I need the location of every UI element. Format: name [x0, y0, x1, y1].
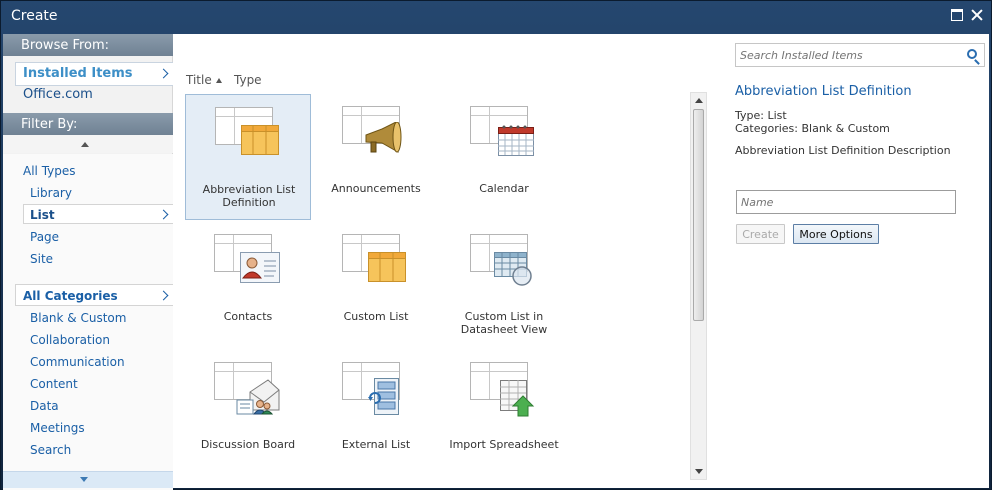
item-label: Contacts [223, 310, 273, 323]
calendar-icon [470, 106, 536, 160]
filter-type-all[interactable]: All Types [23, 164, 76, 178]
filter-category-all[interactable]: All Categories [23, 289, 118, 303]
sort-ascending-icon [216, 78, 222, 83]
item-label: Announcements [331, 182, 421, 195]
detail-type: Type: List [735, 109, 787, 122]
filter-category-meetings[interactable]: Meetings [30, 421, 85, 435]
item-label: Abbreviation List Definition [202, 183, 296, 209]
detail-title: Abbreviation List Definition [735, 84, 912, 99]
scroll-down-arrow-icon[interactable] [80, 477, 88, 482]
filter-category-collaboration[interactable]: Collaboration [30, 333, 110, 347]
custom-list-icon [342, 234, 408, 288]
item-tile[interactable]: Import Spreadsheet [441, 350, 567, 476]
sort-by-type[interactable]: Type [234, 73, 262, 87]
item-tile[interactable]: Contacts [185, 222, 311, 348]
filter-category-data[interactable]: Data [30, 399, 59, 413]
scroll-up-arrow-icon[interactable] [695, 98, 703, 103]
import-spreadsheet-icon [470, 362, 536, 417]
filter-type-library[interactable]: Library [30, 186, 72, 200]
item-tile[interactable]: Custom List in Datasheet View [441, 222, 567, 348]
item-tile[interactable]: Announcements [313, 94, 439, 220]
detail-description: Abbreviation List Definition Description [735, 144, 951, 157]
maximize-icon[interactable] [951, 9, 963, 21]
grid-scrollbar[interactable] [690, 92, 707, 480]
window-title: Create [11, 8, 58, 24]
scroll-up-arrow-icon[interactable] [81, 142, 89, 147]
detail-categories: Categories: Blank & Custom [735, 122, 890, 135]
contact-card-icon [214, 234, 280, 288]
filter-type-site[interactable]: Site [30, 252, 53, 266]
discussion-icon [214, 362, 280, 416]
filter-list: All Types Library List Page Site All Cat… [3, 154, 173, 490]
item-label: Discussion Board [200, 438, 296, 451]
dialog-content: Browse From: Installed Items Office.com … [3, 34, 989, 490]
item-tile[interactable]: Abbreviation List Definition [185, 94, 311, 220]
datasheet-icon [470, 234, 536, 288]
browse-installed-items[interactable]: Installed Items [23, 66, 133, 81]
create-button[interactable]: Create [736, 224, 785, 244]
search-input[interactable] [740, 47, 956, 63]
filter-by-heading: Filter By: [3, 113, 173, 135]
filter-category-search[interactable]: Search [30, 443, 71, 457]
item-tile[interactable]: Calendar [441, 94, 567, 220]
filter-scroll-down-area[interactable] [3, 471, 173, 488]
filter-category-content[interactable]: Content [30, 377, 78, 391]
external-list-icon [342, 362, 408, 416]
browse-from-heading: Browse From: [3, 34, 173, 56]
item-label: External List [341, 438, 411, 451]
title-bar: Create [1, 1, 991, 34]
item-label: Custom List in Datasheet View [460, 310, 548, 336]
scroll-down-arrow-icon[interactable] [695, 469, 703, 474]
item-tile[interactable]: Custom List [313, 222, 439, 348]
search-icon[interactable] [967, 49, 977, 59]
custom-list-icon [215, 107, 281, 161]
item-tile[interactable]: External List [313, 350, 439, 476]
megaphone-icon [342, 106, 408, 160]
item-label: Import Spreadsheet [449, 438, 559, 451]
scroll-thumb[interactable] [693, 109, 704, 321]
sort-by-title[interactable]: Title [186, 73, 212, 87]
filter-type-page[interactable]: Page [30, 230, 59, 244]
browse-office-com[interactable]: Office.com [23, 87, 93, 102]
name-field[interactable] [736, 190, 956, 214]
left-nav: Browse From: Installed Items Office.com … [3, 34, 173, 490]
filter-category-blank-custom[interactable]: Blank & Custom [30, 311, 126, 325]
more-options-button[interactable]: More Options [793, 224, 879, 244]
close-icon[interactable] [971, 9, 983, 21]
filter-type-list[interactable]: List [30, 208, 55, 222]
item-tile[interactable]: Discussion Board [185, 350, 311, 476]
create-dialog: Create Browse From: Installed Items Offi… [0, 0, 992, 490]
item-label: Custom List [343, 310, 409, 323]
filter-category-communication[interactable]: Communication [30, 355, 125, 369]
item-label: Calendar [479, 182, 529, 195]
filter-scroll-up-area[interactable] [3, 135, 173, 153]
search-box[interactable] [735, 43, 985, 67]
